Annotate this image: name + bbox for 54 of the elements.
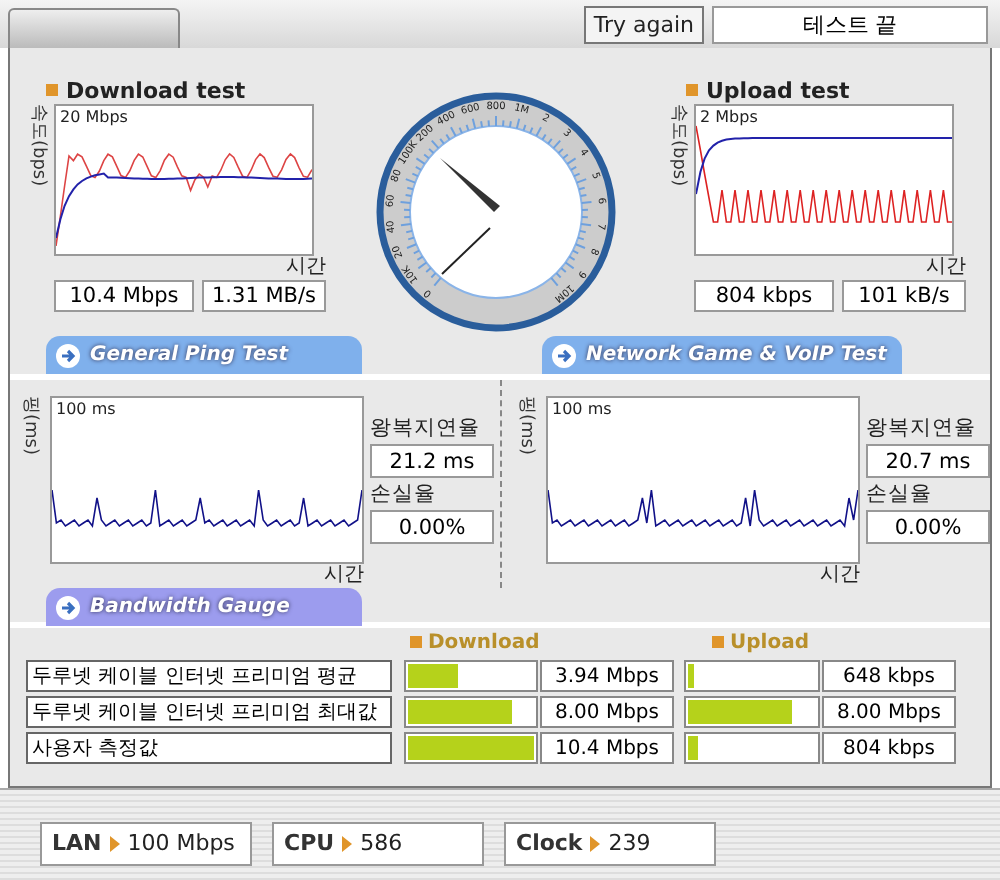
scale-label: 2 Mbps bbox=[700, 108, 758, 126]
stat-field: 20.7 ms bbox=[866, 444, 990, 478]
bullet-icon bbox=[46, 84, 58, 96]
value-cell: 8.00 Mbps bbox=[540, 696, 674, 728]
stat-field: 21.2 ms bbox=[370, 444, 494, 478]
reading-field: 10.4 Mbps bbox=[54, 280, 194, 312]
scale-label: 20 Mbps bbox=[60, 108, 128, 126]
chart-title: Download test bbox=[66, 77, 246, 103]
stat-label: 왕복지연율 bbox=[866, 414, 978, 442]
value-cell: 3.94 Mbps bbox=[540, 660, 674, 692]
name-cell: 사용자 측정값 bbox=[26, 732, 392, 764]
reading-field: 804 kbps bbox=[694, 280, 834, 312]
value-cell: 804 kbps bbox=[822, 732, 956, 764]
caret-icon bbox=[342, 835, 353, 851]
value-cell: 648 kbps bbox=[822, 660, 956, 692]
column-header: Upload bbox=[704, 631, 809, 653]
scale-label: 100 ms bbox=[56, 400, 116, 418]
stat-label: 손실율 bbox=[370, 480, 438, 508]
section-tab[interactable]: General Ping Test bbox=[46, 336, 362, 374]
axis-label: 시간 bbox=[926, 256, 966, 278]
arrow-icon bbox=[552, 343, 576, 367]
column-header: Download bbox=[402, 631, 540, 653]
bullet-icon bbox=[686, 84, 698, 96]
value-cell: 10.4 Mbps bbox=[540, 732, 674, 764]
caret-icon bbox=[590, 835, 601, 851]
try-again-button[interactable]: Try again bbox=[583, 6, 704, 44]
axis-label: 시간 bbox=[324, 564, 364, 586]
axis-label: 속도(bps) bbox=[26, 104, 50, 187]
section-tab[interactable]: Network Game & VoIP Test bbox=[542, 336, 903, 374]
status-item: Clock 239 bbox=[504, 821, 716, 865]
stat-field: 0.00% bbox=[370, 510, 494, 544]
axis-label: 핑(ms) bbox=[18, 396, 42, 455]
name-cell: 두루넷 케이블 인터넷 프리미엄 평균 bbox=[26, 660, 392, 692]
arrow-icon bbox=[56, 343, 80, 367]
status-item: CPU 586 bbox=[272, 821, 484, 865]
axis-label: 시간 bbox=[820, 564, 860, 586]
stat-label: 왕복지연율 bbox=[370, 414, 482, 442]
status-item: LAN 100 Mbps bbox=[40, 821, 252, 865]
axis-label: 시간 bbox=[286, 256, 326, 278]
reading-field: 101 kB/s bbox=[842, 280, 966, 312]
arrow-icon bbox=[56, 595, 80, 619]
axis-label: 속도(bps) bbox=[666, 104, 690, 187]
stat-label: 손실율 bbox=[866, 480, 934, 508]
stat-field: 0.00% bbox=[866, 510, 990, 544]
section-tab[interactable]: Bandwidth Gauge bbox=[46, 588, 362, 626]
chart-title: Upload test bbox=[706, 77, 850, 103]
reading-field: 1.31 MB/s bbox=[202, 280, 326, 312]
name-cell: 두루넷 케이블 인터넷 프리미엄 최대값 bbox=[26, 696, 392, 728]
axis-label: 핑(ms) bbox=[514, 396, 538, 455]
status-field: 테스트 끝 bbox=[712, 6, 988, 44]
tab[interactable] bbox=[8, 8, 180, 48]
value-cell: 8.00 Mbps bbox=[822, 696, 956, 728]
caret-icon bbox=[109, 835, 120, 851]
scale-label: 100 ms bbox=[552, 400, 612, 418]
